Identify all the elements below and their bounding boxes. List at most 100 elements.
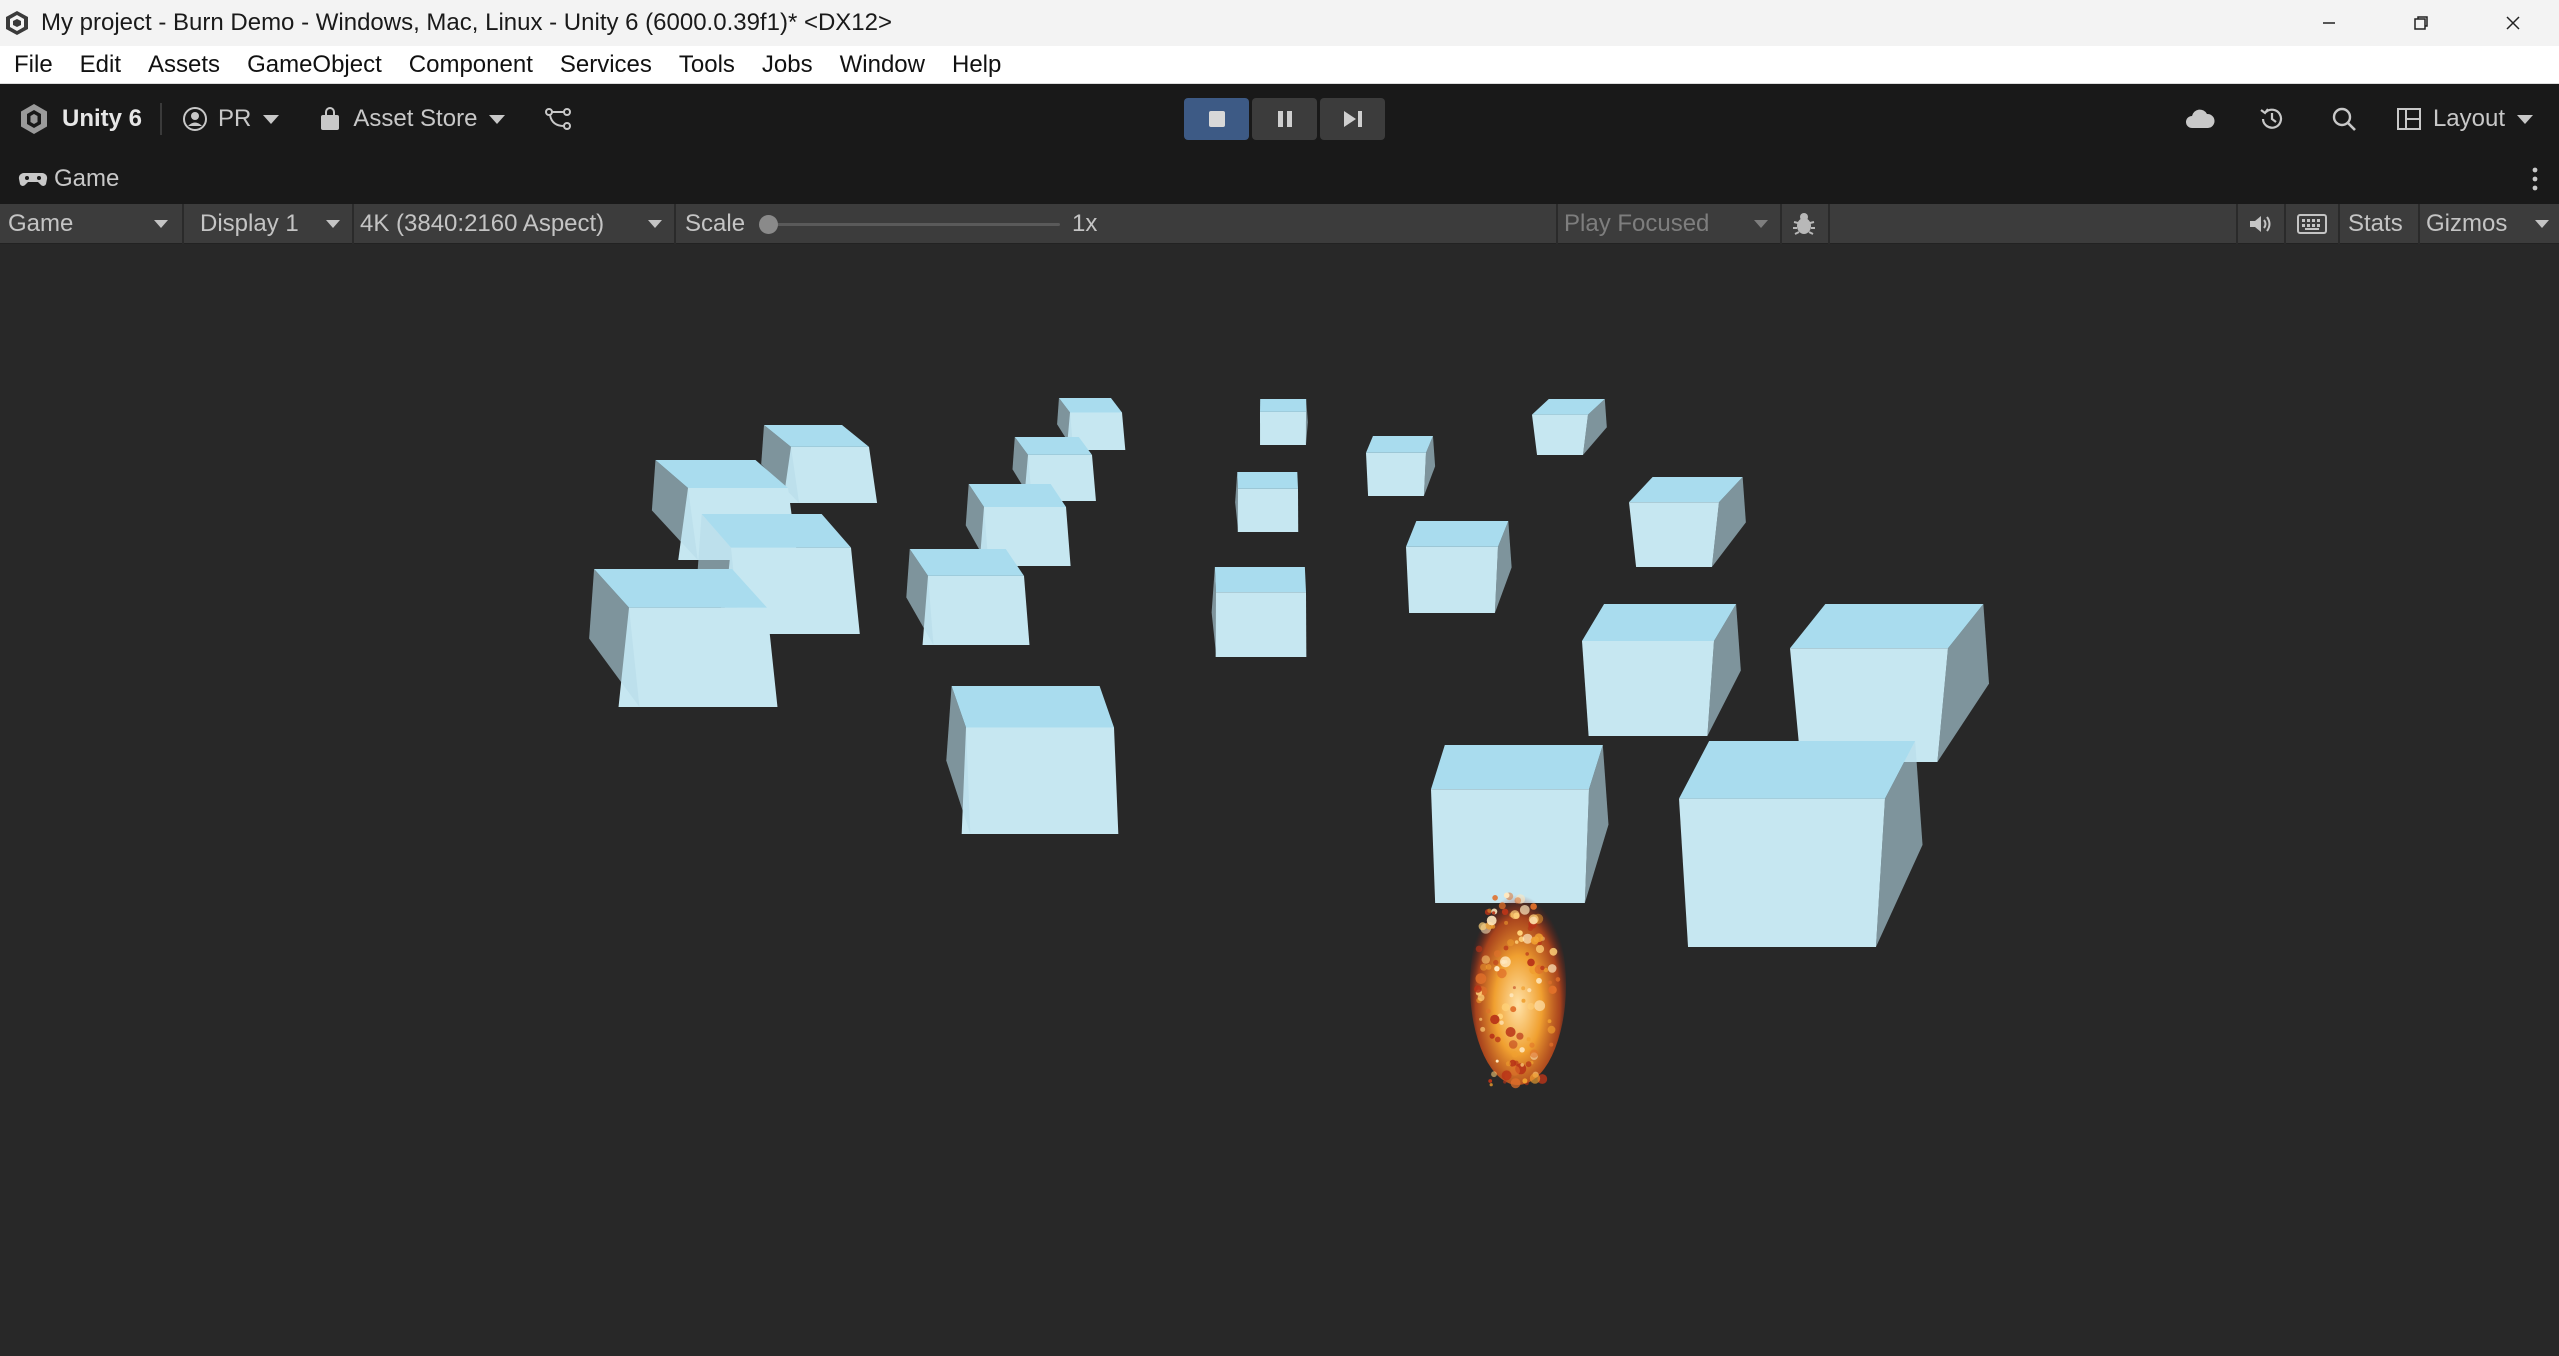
menu-file[interactable]: File: [14, 51, 53, 79]
search-icon[interactable]: [2327, 102, 2361, 136]
fire-particle: [1527, 1002, 1535, 1010]
cube-side-face: [1532, 414, 1588, 455]
menu-window[interactable]: Window: [840, 51, 925, 79]
fire-particle: [1501, 1070, 1512, 1081]
unity-app-icon: [3, 9, 31, 37]
chevron-down-icon: [154, 220, 168, 228]
more-options-icon[interactable]: [2531, 166, 2539, 192]
gizmos-dropdown[interactable]: Gizmos: [2426, 204, 2559, 244]
unity-version-label: Unity 6: [62, 105, 143, 132]
cube-top-face: [1237, 472, 1298, 489]
cube-top-face: [1014, 437, 1092, 455]
cube: [946, 686, 1119, 834]
toolbar-divider: [1780, 204, 1782, 244]
fire-particle: [1510, 1078, 1521, 1089]
shopping-bag-icon: [321, 107, 340, 130]
menu-component[interactable]: Component: [409, 51, 533, 79]
scale-value: 1x: [1072, 210, 1098, 237]
keyboard-icon[interactable]: [2296, 204, 2328, 244]
fire-particle: [1514, 897, 1522, 904]
menu-tools[interactable]: Tools: [679, 51, 735, 79]
layout-dropdown[interactable]: Layout: [2395, 105, 2533, 133]
chevron-down-icon: [489, 114, 506, 124]
fire-particle: [1490, 1014, 1500, 1025]
cube: [1532, 399, 1607, 455]
cube-side-face: [1260, 411, 1306, 445]
fire-particle: [1514, 940, 1519, 944]
resolution-dropdown[interactable]: 4K (3840:2160 Aspect): [360, 204, 672, 244]
cube: [589, 569, 778, 707]
fire-particle: [1501, 908, 1509, 915]
step-button[interactable]: [1320, 98, 1385, 140]
menu-jobs[interactable]: Jobs: [762, 51, 813, 79]
cube-edge: [1305, 399, 1308, 445]
fire-particle: [1479, 1017, 1483, 1021]
cube-side-face: [1679, 798, 1885, 947]
history-icon[interactable]: [2255, 102, 2289, 136]
account-icon: [183, 107, 208, 131]
menu-bar: File Edit Assets GameObject Component Se…: [0, 46, 2559, 84]
gizmos-label: Gizmos: [2426, 210, 2508, 237]
version-control-icon[interactable]: [543, 104, 573, 134]
toolbar-divider: [352, 204, 354, 244]
cube-side-face: [1215, 592, 1307, 657]
restore-icon[interactable]: [2375, 0, 2467, 46]
fire-particle: [1548, 985, 1557, 994]
chevron-down-icon: [648, 220, 662, 228]
display-dropdown[interactable]: Display 1: [200, 204, 350, 244]
fire-particle: [1525, 1061, 1532, 1068]
cube-side-face: [961, 727, 1119, 834]
stop-button[interactable]: [1184, 98, 1249, 140]
asset-store-dropdown[interactable]: Asset Store: [317, 105, 506, 133]
cloud-icon[interactable]: [2183, 102, 2217, 136]
cube-top-face: [1406, 521, 1509, 547]
asset-store-label: Asset Store: [353, 105, 478, 132]
cube-side-face: [1629, 502, 1719, 567]
view-mode-label: Game: [8, 210, 74, 237]
menu-assets[interactable]: Assets: [148, 51, 220, 79]
play-controls: [1184, 98, 1385, 140]
toolbar-divider: [2284, 204, 2286, 244]
menu-services[interactable]: Services: [560, 51, 652, 79]
cube-side-face: [1431, 789, 1589, 903]
fire-particle: [1480, 1026, 1486, 1032]
fire-particle: [1529, 916, 1538, 925]
fire-particle: [1491, 1071, 1497, 1078]
fire-particle: [1475, 973, 1487, 984]
cube-top-face: [968, 484, 1066, 507]
fire-particle: [1512, 986, 1516, 990]
fire-particle: [1485, 1008, 1491, 1014]
game-viewport[interactable]: [0, 245, 2559, 1356]
view-mode-dropdown[interactable]: Game: [8, 204, 178, 244]
scale-slider-thumb[interactable]: [759, 215, 778, 234]
toolbar-divider: [160, 103, 163, 135]
unity-brand[interactable]: Unity 6: [16, 101, 142, 137]
play-focus-dropdown[interactable]: Play Focused: [1564, 204, 1778, 244]
scale-slider-track[interactable]: [764, 223, 1060, 226]
window-title: My project - Burn Demo - Windows, Mac, L…: [41, 9, 893, 36]
fire-particle: [1527, 988, 1532, 993]
fire-particle: [1529, 1073, 1541, 1084]
audio-mute-icon[interactable]: [2246, 204, 2276, 244]
cube-top-face: [951, 686, 1114, 728]
stats-toggle[interactable]: Stats: [2348, 204, 2403, 244]
menu-gameobject[interactable]: GameObject: [247, 51, 382, 79]
minimize-icon[interactable]: [2283, 0, 2375, 46]
close-icon[interactable]: [2467, 0, 2559, 46]
menu-edit[interactable]: Edit: [80, 51, 121, 79]
pause-button[interactable]: [1252, 98, 1317, 140]
cube: [1582, 604, 1741, 736]
toolbar-divider: [1828, 204, 1830, 244]
fire-particle: [1555, 977, 1561, 982]
account-label: PR: [218, 105, 252, 132]
window-titlebar: My project - Burn Demo - Windows, Mac, L…: [0, 0, 2559, 46]
account-dropdown[interactable]: PR: [182, 105, 280, 133]
tab-game[interactable]: Game: [0, 165, 119, 193]
game-view-toolbar: Game Display 1 4K (3840:2160 Aspect) Sca…: [0, 204, 2559, 244]
fire-particle: [1478, 922, 1487, 931]
chevron-down-icon: [263, 114, 280, 124]
bug-icon[interactable]: [1788, 204, 1820, 244]
menu-help[interactable]: Help: [952, 51, 1001, 79]
fire-particle: [1486, 915, 1497, 926]
resolution-label: 4K (3840:2160 Aspect): [360, 210, 605, 237]
